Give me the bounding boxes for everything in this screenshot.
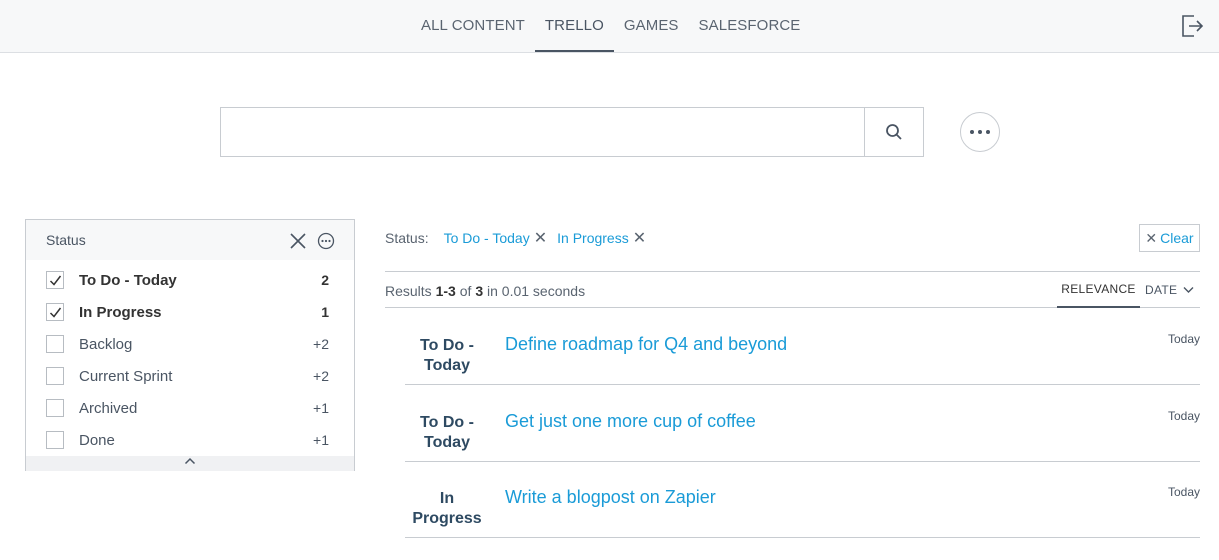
- result-title-link[interactable]: Define roadmap for Q4 and beyond: [505, 334, 787, 355]
- close-icon: ✕: [1145, 229, 1158, 246]
- facet-settings-icon[interactable]: [317, 232, 335, 250]
- facet-value-count: +2: [313, 336, 329, 352]
- clear-breadcrumb-button[interactable]: ✕ Clear: [1139, 224, 1200, 252]
- tab-trello[interactable]: TRELLO: [534, 0, 614, 52]
- tab-salesforce[interactable]: SALESFORCE: [689, 0, 811, 52]
- result-date: Today: [1167, 409, 1200, 423]
- breadcrumb-label: Status:: [385, 230, 429, 246]
- search-icon: [886, 124, 902, 140]
- result-title-link[interactable]: Write a blogpost on Zapier: [505, 487, 716, 508]
- query-summary: Results 1-3 of 3 in 0.01 seconds: [385, 283, 586, 299]
- result-date: Today: [1167, 485, 1200, 499]
- facet-value-label: In Progress: [79, 304, 162, 321]
- search-input[interactable]: [221, 108, 864, 156]
- breadcrumb-value-label: In Progress: [557, 230, 629, 246]
- facet-value-done[interactable]: Done +1: [26, 424, 354, 456]
- result-item: In Progress Write a blogpost on Zapier To…: [405, 461, 1200, 538]
- status-badge: In Progress: [412, 490, 482, 527]
- sort-date[interactable]: DATE: [1145, 272, 1194, 308]
- tab-bar: ALL CONTENT TRELLO GAMES SALESFORCE: [411, 0, 810, 52]
- status-facet: Status To Do - Today 2 In Progress 1 Bac…: [25, 219, 355, 471]
- chevron-down-icon: [1183, 287, 1194, 293]
- chevron-up-icon: [184, 457, 196, 465]
- checkbox-icon[interactable]: [46, 367, 64, 385]
- sort-date-label: DATE: [1145, 283, 1178, 297]
- checkbox-checked-icon[interactable]: [46, 303, 64, 321]
- facet-value-label: Done: [79, 432, 115, 449]
- summary-bar: Results 1-3 of 3 in 0.01 seconds RELEVAN…: [385, 271, 1200, 308]
- result-item: To Do - Today Define roadmap for Q4 and b…: [405, 308, 1200, 385]
- facet-value-count: 1: [321, 304, 329, 320]
- tab-all-content[interactable]: ALL CONTENT: [411, 0, 535, 52]
- checkbox-icon[interactable]: [46, 431, 64, 449]
- facet-value-count: +1: [313, 400, 329, 416]
- checkbox-checked-icon[interactable]: [46, 271, 64, 289]
- search-button[interactable]: [864, 108, 923, 156]
- result-date: Today: [1167, 332, 1200, 346]
- sort-relevance[interactable]: RELEVANCE: [1057, 272, 1140, 308]
- facet-value-count: +1: [313, 432, 329, 448]
- more-options-icon: [970, 130, 974, 134]
- facet-collapse-button[interactable]: [26, 456, 354, 471]
- close-icon[interactable]: ✕: [633, 228, 646, 248]
- checkbox-icon[interactable]: [46, 335, 64, 353]
- more-options-button[interactable]: [960, 112, 1000, 152]
- breadcrumb-value-in-progress[interactable]: In Progress ✕: [557, 228, 646, 248]
- tab-games[interactable]: GAMES: [614, 0, 689, 52]
- status-badge: To Do - Today: [420, 337, 474, 374]
- facet-title: Status: [46, 232, 86, 248]
- facet-value-backlog[interactable]: Backlog +2: [26, 328, 354, 360]
- facet-value-count: +2: [313, 368, 329, 384]
- top-navigation: ALL CONTENT TRELLO GAMES SALESFORCE: [0, 0, 1219, 53]
- search-box: [220, 107, 924, 157]
- clear-label: Clear: [1160, 230, 1194, 246]
- logout-icon[interactable]: [1180, 13, 1204, 39]
- facet-clear-icon[interactable]: [289, 232, 307, 250]
- facet-value-to-do-today[interactable]: To Do - Today 2: [26, 264, 354, 296]
- facet-value-label: Current Sprint: [79, 368, 173, 385]
- facet-value-archived[interactable]: Archived +1: [26, 392, 354, 424]
- facet-value-count: 2: [321, 272, 329, 288]
- facet-value-in-progress[interactable]: In Progress 1: [26, 296, 354, 328]
- facet-value-label: To Do - Today: [79, 272, 177, 289]
- status-badge: To Do - Today: [420, 414, 474, 451]
- result-item: To Do - Today Get just one more cup of co…: [405, 385, 1200, 462]
- facet-value-label: Archived: [79, 400, 138, 417]
- facet-value-current-sprint[interactable]: Current Sprint +2: [26, 360, 354, 392]
- facet-value-label: Backlog: [79, 336, 133, 353]
- breadcrumb-value-label: To Do - Today: [443, 230, 530, 246]
- close-icon[interactable]: ✕: [534, 228, 547, 248]
- breadcrumb: Status: To Do - Today ✕ In Progress ✕: [385, 229, 656, 247]
- checkbox-icon[interactable]: [46, 399, 64, 417]
- facet-header: Status: [26, 220, 354, 260]
- breadcrumb-value-to-do-today[interactable]: To Do - Today ✕: [444, 228, 548, 248]
- result-title-link[interactable]: Get just one more cup of coffee: [505, 411, 756, 432]
